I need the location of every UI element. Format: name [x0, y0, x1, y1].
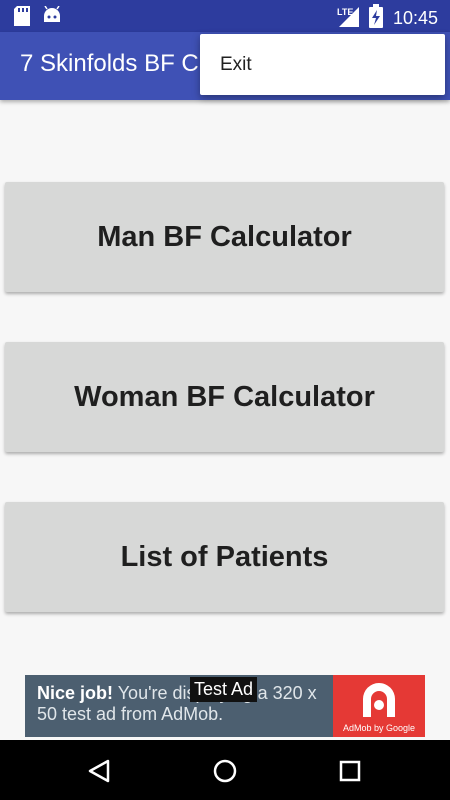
- app-title: 7 Skinfolds BF C: [20, 50, 199, 77]
- navigation-bar: [0, 740, 450, 800]
- back-icon[interactable]: [86, 758, 112, 788]
- test-ad-label: Test Ad: [190, 677, 258, 702]
- menu-item-exit[interactable]: Exit: [220, 54, 252, 76]
- android-icon: [42, 5, 62, 30]
- battery-charging-icon: [368, 4, 383, 32]
- ad-text: Nice job! You're displaying a 320 x 50 t…: [37, 683, 337, 725]
- list-of-patients-button[interactable]: List of Patients: [5, 502, 444, 612]
- svg-text:LTE: LTE: [337, 7, 353, 17]
- status-bar: LTE 10:45: [0, 0, 450, 32]
- overflow-menu: Exit: [200, 34, 445, 95]
- admob-logo: AdMob by Google: [333, 675, 425, 737]
- recents-icon[interactable]: [338, 759, 362, 787]
- admob-icon: [363, 683, 395, 717]
- man-bf-calculator-button[interactable]: Man BF Calculator: [5, 182, 444, 292]
- home-icon[interactable]: [212, 758, 238, 788]
- admob-caption: AdMob by Google: [342, 723, 416, 733]
- woman-bf-calculator-button[interactable]: Woman BF Calculator: [5, 342, 444, 452]
- status-time: 10:45: [392, 7, 438, 28]
- lte-signal-icon: LTE: [337, 5, 359, 31]
- sd-card-icon: [14, 6, 30, 30]
- ad-headline: Nice job!: [37, 683, 114, 703]
